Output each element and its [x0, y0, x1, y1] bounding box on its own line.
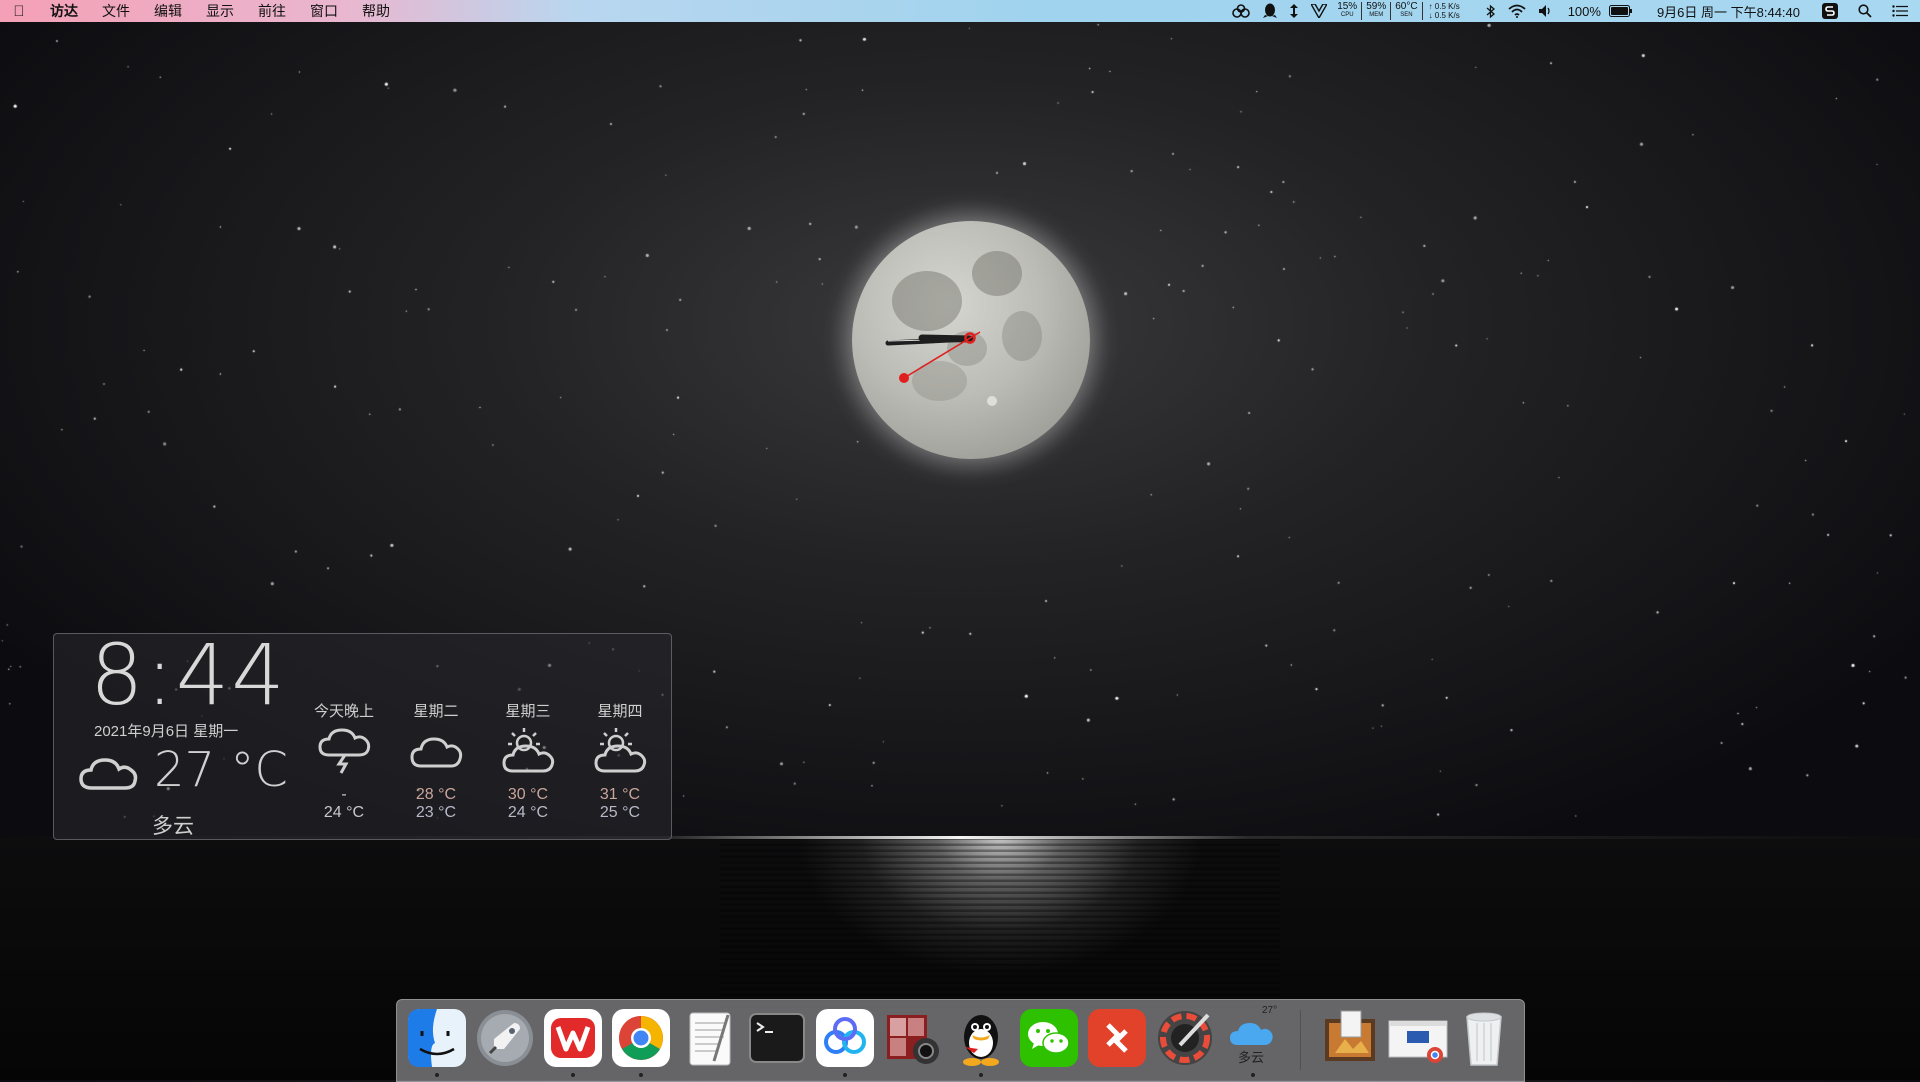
weather-icon[interactable]: 27° 多云 [1224, 1005, 1282, 1077]
menu-file[interactable]: 文件 [90, 0, 142, 22]
vue-icon[interactable] [1305, 0, 1333, 22]
qq-menubar-icon[interactable] [1257, 0, 1283, 22]
creative-cloud-icon[interactable] [1225, 0, 1257, 22]
forecast-high: 31 °C [599, 786, 641, 803]
partly-sunny-icon [580, 722, 660, 778]
mem-stat[interactable]: 59% MEM [1362, 1, 1392, 20]
digital-color-meter-icon[interactable] [1156, 1009, 1214, 1067]
launchpad-icon[interactable] [476, 1009, 534, 1067]
wechat-icon[interactable] [1020, 1009, 1078, 1067]
forecast-low: 23 °C [415, 804, 457, 821]
spotlight-search-icon[interactable] [1844, 0, 1886, 22]
forecast-tonight: 今天晚上 - 24 °C [304, 700, 384, 822]
dock: 27° 多云 [396, 999, 1525, 1082]
forecast-day: 星期三 [505, 703, 551, 720]
terminal-icon[interactable] [748, 1009, 806, 1067]
forecast-tuesday: 星期二 28 °C 23 °C [396, 700, 476, 822]
net-up: ↑ 0.5 K/s [1428, 2, 1460, 11]
forecast-day: 今天晚上 [313, 703, 374, 720]
running-indicator [843, 1073, 847, 1077]
minimized-window-icon[interactable] [1387, 1009, 1448, 1067]
dock-separator [1300, 1010, 1301, 1070]
running-indicator [1251, 1073, 1255, 1077]
dock-weather-temp: 27° [1262, 1005, 1278, 1016]
moonlight-reflection [720, 838, 1280, 1008]
forecast-high: - [341, 786, 347, 803]
qq-icon[interactable] [952, 1009, 1010, 1077]
forecast-day: 星期二 [413, 703, 459, 720]
menu-view[interactable]: 显示 [194, 0, 246, 22]
menu-finder[interactable]: 访达 [38, 0, 90, 22]
cloud-icon [78, 752, 140, 799]
running-indicator [979, 1073, 983, 1077]
cpu-label: CPU [1340, 12, 1354, 18]
menu-go[interactable]: 前往 [246, 0, 298, 22]
cloud-icon [396, 722, 476, 778]
battery-icon[interactable] [1603, 0, 1639, 22]
cpu-stat[interactable]: 15% CPU [1333, 1, 1363, 20]
wps-icon[interactable] [544, 1009, 602, 1077]
forecast-low: 24 °C [323, 804, 365, 821]
menu-edit[interactable]: 编辑 [142, 0, 194, 22]
running-indicator [435, 1073, 439, 1077]
downloads-stack-icon[interactable] [1321, 1009, 1379, 1067]
cpu-value: 15% [1337, 1, 1358, 12]
notification-center-icon[interactable] [1886, 0, 1920, 22]
forecast-day: 星期四 [597, 703, 643, 720]
sensor-label: SEN [1400, 12, 1413, 18]
hour-hand [918, 334, 974, 343]
mem-value: 59% [1366, 1, 1387, 12]
menu-bar:  访达 文件 编辑 显示 前往 窗口 帮助 15%CPU 59%MEM 60°… [0, 0, 1920, 22]
widget-time: 8:44 [90, 626, 287, 724]
net-down: ↓ 0.5 K/s [1428, 11, 1460, 20]
bluetooth-icon[interactable] [1480, 0, 1502, 22]
network-stat[interactable]: ↑ 0.5 K/s ↓ 0.5 K/s [1423, 2, 1466, 20]
forecast-thursday: 星期四 31 °C 25 °C [580, 700, 660, 822]
running-indicator [639, 1073, 643, 1077]
remote-desktop-icon[interactable] [1088, 1009, 1146, 1067]
forecast-high: 28 °C [415, 786, 457, 803]
forecast-low: 25 °C [599, 804, 641, 821]
forecast-wednesday: 星期三 30 °C 24 °C [488, 700, 568, 822]
textedit-icon[interactable] [680, 1009, 738, 1067]
partly-sunny-icon [488, 722, 568, 778]
sensor-value: 60°C [1395, 1, 1418, 12]
widget-temperature: 27 °C [154, 742, 288, 798]
apple-menu-icon[interactable]:  [0, 3, 38, 20]
battery-percent[interactable]: 100% [1560, 4, 1603, 19]
running-indicator [571, 1073, 575, 1077]
chrome-icon[interactable] [612, 1009, 670, 1077]
thunder-cloud-icon [304, 722, 384, 778]
volume-icon[interactable] [1532, 0, 1560, 22]
sensor-stat[interactable]: 60°C SEN [1391, 1, 1423, 20]
weather-widget[interactable]: 8:44 2021年9月6日 星期一 27 °C 多云 今天晚上 - 24 °C… [53, 626, 672, 840]
photo-booth-icon[interactable] [884, 1009, 942, 1067]
menu-help[interactable]: 帮助 [350, 0, 402, 22]
dock-weather-text: 多云 [1238, 1050, 1265, 1065]
menubar-clock[interactable]: 9月6日 周一 下午8:44:40 [1639, 2, 1816, 21]
wifi-icon[interactable] [1502, 0, 1532, 22]
menu-window[interactable]: 窗口 [298, 0, 350, 22]
baidu-netdisk-icon[interactable] [816, 1009, 874, 1077]
arrows-updown-icon[interactable] [1283, 0, 1305, 22]
mem-label: MEM [1369, 12, 1384, 18]
forecast-low: 24 °C [507, 804, 549, 821]
finder-icon[interactable] [408, 1009, 466, 1077]
widget-date: 2021年9月6日 星期一 [94, 723, 239, 740]
second-hand-tip [899, 373, 909, 383]
app-s-icon[interactable] [1816, 0, 1844, 22]
widget-condition: 多云 [152, 815, 194, 838]
forecast-high: 30 °C [507, 786, 549, 803]
trash-icon[interactable] [1455, 1009, 1513, 1067]
clock-hands [885, 331, 981, 383]
